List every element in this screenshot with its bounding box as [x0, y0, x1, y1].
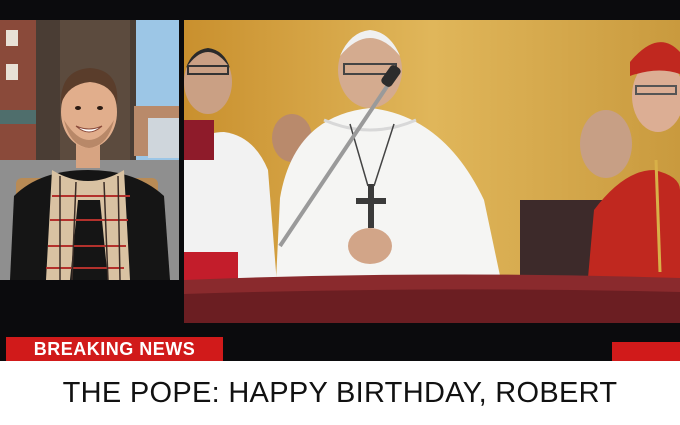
balcony-scene-image	[184, 20, 680, 323]
breaking-news-label: BREAKING NEWS	[6, 337, 223, 361]
headline-text: THE POPE: HAPPY BIRTHDAY, ROBERT	[62, 376, 618, 409]
broadcast-screen: BREAKING NEWS THE POPE: HAPPY BIRTHDAY, …	[0, 0, 680, 425]
right-video-feed	[184, 20, 680, 323]
left-video-feed	[0, 20, 179, 280]
headline-ticker: THE POPE: HAPPY BIRTHDAY, ROBERT	[0, 361, 680, 425]
accent-stripe	[612, 342, 680, 361]
man-portrait-image	[0, 20, 179, 280]
